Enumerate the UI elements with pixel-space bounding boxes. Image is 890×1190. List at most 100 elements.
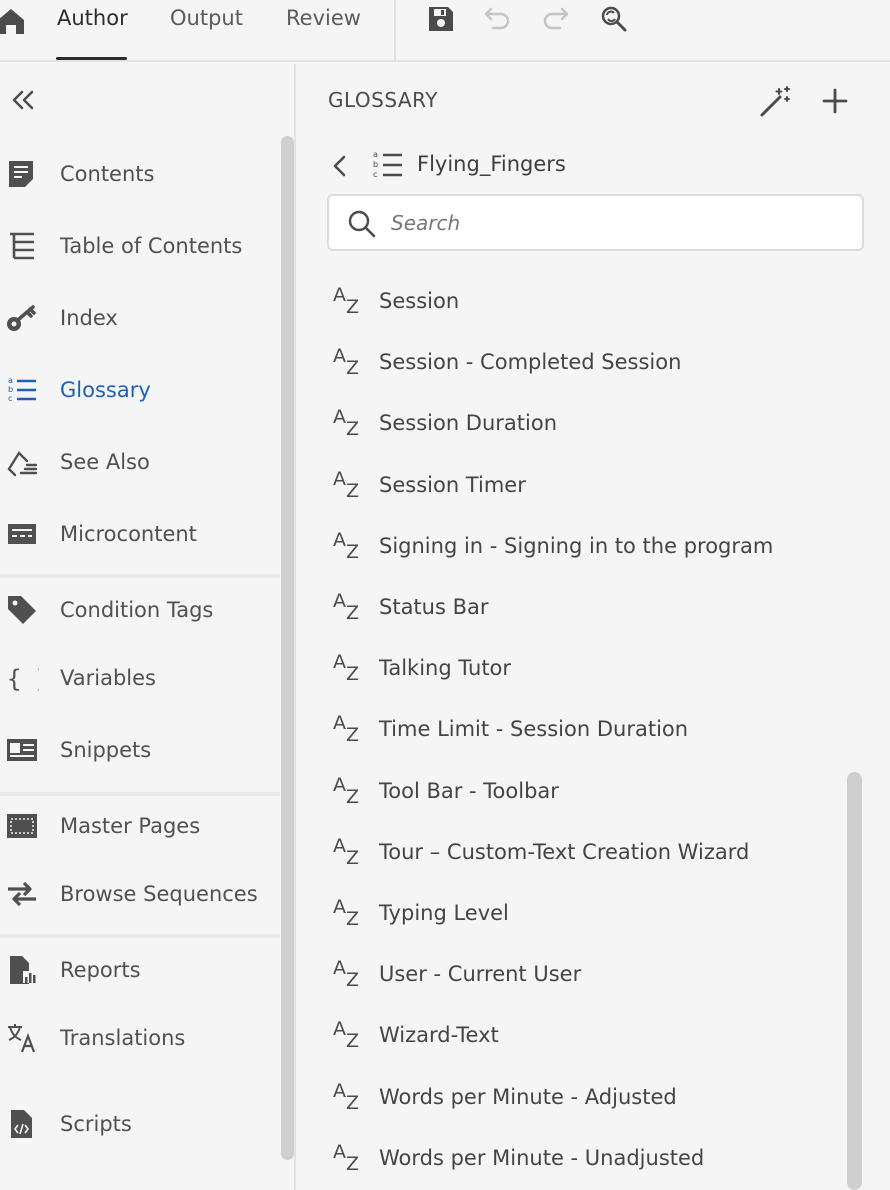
sidebar-item-label: Table of Contents: [60, 234, 243, 258]
svg-text:A: A: [333, 1141, 346, 1163]
svg-text:A: A: [333, 1018, 346, 1040]
script-icon: [11, 1110, 32, 1138]
glossary-entry[interactable]: A Z Session Duration: [328, 398, 848, 448]
glossary-term-icon: AZ: [333, 896, 359, 930]
sidebar-item-master-pages[interactable]: Master Pages: [0, 798, 280, 854]
save-icon[interactable]: [426, 4, 456, 34]
glossary-entry-label: Time Limit - Session Duration: [379, 717, 689, 742]
collapse-panel-icon[interactable]: [10, 86, 38, 114]
top-toolbar: Author Output Review: [0, 0, 890, 62]
glossary-term-icon: AZ: [333, 957, 359, 991]
section-divider: [0, 934, 280, 938]
svg-text:c: c: [8, 394, 12, 403]
glossary-entry-label: Wizard-Text: [379, 1023, 499, 1048]
tab-output[interactable]: Output: [170, 6, 243, 30]
sidebar-item-glossary[interactable]: a b c Glossary: [0, 362, 280, 418]
svg-text:A: A: [333, 712, 346, 734]
search-box[interactable]: [327, 194, 864, 251]
sidebar-item-label: Glossary: [60, 378, 151, 402]
left-scrollbar[interactable]: [281, 136, 294, 1160]
sidebar-item-translations[interactable]: Translations: [0, 1010, 280, 1066]
glossary-entry-label: Typing Level: [379, 901, 509, 925]
glossary-term-icon: AZ: [333, 529, 359, 563]
sidebar-item-label: Condition Tags: [60, 598, 214, 622]
glossary-scrollbar[interactable]: [847, 772, 862, 1190]
glossary-term-icon: AZ: [333, 1018, 359, 1052]
glossary-panel: GLOSSARY a b c Flying_Fingers AZSessionA…: [298, 64, 890, 1190]
sidebar-item-label: Scripts: [60, 1112, 132, 1136]
back-chevron-icon[interactable]: [330, 152, 350, 180]
sidebar-item-see-also[interactable]: See Also: [0, 434, 280, 490]
redo-icon[interactable]: [540, 4, 570, 34]
glossary-entry[interactable]: A Z Words per Minute - Unadjusted: [328, 1133, 848, 1183]
sidebar-item-scripts[interactable]: Scripts: [0, 1096, 280, 1152]
glossary-term-icon: AZ: [333, 774, 359, 808]
svg-text:Z: Z: [346, 847, 359, 869]
sidebar-item-index[interactable]: Index: [0, 290, 280, 346]
glossary-entry-label: Signing in - Signing in to the program: [379, 533, 774, 558]
svg-text:A: A: [333, 896, 346, 918]
svg-text:Z: Z: [346, 480, 359, 502]
glossary-entry[interactable]: A Z Typing Level: [328, 888, 848, 938]
glossary-entry[interactable]: A Z Words per Minute - Adjusted: [328, 1072, 848, 1122]
glossary-entry[interactable]: A Z Tour – Custom-Text Creation Wizard: [328, 827, 848, 877]
glossary-term-icon: AZ: [333, 406, 359, 440]
sidebar-item-snippets[interactable]: Snippets: [0, 722, 280, 778]
svg-text:A: A: [333, 774, 346, 796]
sidebar-item-label: See Also: [60, 450, 150, 474]
glossary-entry[interactable]: A Z Session - Completed Session: [328, 337, 848, 387]
sidebar-item-label: Browse Sequences: [60, 882, 258, 906]
svg-text:A: A: [333, 957, 346, 979]
svg-text:a: a: [8, 376, 13, 385]
sidebar-item-label: Master Pages: [60, 814, 201, 838]
glossary-entry[interactable]: A Z Tool Bar - Toolbar: [328, 766, 848, 816]
glossary-term-icon: AZ: [333, 712, 359, 746]
glossary-entry[interactable]: A Z Signing in - Signing in to the program: [328, 521, 848, 571]
toolbar-divider: [394, 0, 396, 60]
home-icon[interactable]: [0, 6, 30, 36]
sidebar-item-label: Index: [60, 306, 118, 330]
glossary-term-icon: AZ: [333, 468, 359, 502]
svg-text:b: b: [8, 385, 13, 394]
add-icon[interactable]: [820, 84, 850, 118]
active-tab-indicator: [56, 57, 127, 60]
svg-text:A: A: [333, 468, 346, 490]
tab-review[interactable]: Review: [286, 6, 361, 30]
sidebar-item-variables[interactable]: { } Variables: [0, 650, 280, 706]
glossary-term-icon: AZ: [333, 1080, 359, 1114]
undo-icon[interactable]: [483, 4, 513, 34]
tab-author[interactable]: Author: [57, 6, 128, 30]
glossary-entry-label: Tool Bar - Toolbar: [379, 778, 559, 803]
magic-wand-icon[interactable]: [759, 84, 793, 118]
sidebar-item-reports[interactable]: Reports: [0, 942, 280, 998]
glossary-entry[interactable]: A Z Session Timer: [328, 460, 848, 510]
sidebar-item-contents[interactable]: Contents: [0, 146, 280, 202]
glossary-entry[interactable]: A Z Time Limit - Session Duration: [328, 704, 848, 754]
svg-text:{ }: { }: [7, 665, 39, 693]
sidebar-item-table-of-contents[interactable]: Table of Contents: [0, 218, 280, 274]
svg-text:A: A: [333, 1080, 346, 1102]
sidebar-item-microcontent[interactable]: Microcontent: [0, 506, 280, 562]
reports-icon: [10, 956, 36, 984]
glossary-entry-label: Session - Completed Session: [379, 350, 682, 375]
glossary-entry[interactable]: A Z User - Current User: [328, 949, 848, 999]
svg-text:A: A: [333, 345, 346, 367]
sidebar-item-browse-sequences[interactable]: Browse Sequences: [0, 866, 280, 922]
svg-text:a: a: [373, 150, 378, 159]
glossary-term-icon: AZ: [333, 284, 359, 318]
find-replace-icon[interactable]: [598, 4, 628, 34]
sidebar-item-label: Microcontent: [60, 522, 197, 546]
section-divider: [0, 792, 280, 796]
svg-text:Z: Z: [346, 1092, 359, 1114]
svg-text:Z: Z: [346, 663, 359, 685]
glossary-entry[interactable]: A Z Talking Tutor: [328, 643, 848, 693]
svg-text:A: A: [333, 651, 346, 673]
glossary-entry[interactable]: A Z Status Bar: [328, 582, 848, 632]
svg-text:Z: Z: [346, 724, 359, 746]
key-icon: [7, 305, 36, 331]
sidebar-item-condition-tags[interactable]: Condition Tags: [0, 582, 280, 638]
search-input[interactable]: [391, 206, 831, 240]
glossary-term-icon: AZ: [333, 345, 359, 379]
glossary-entry[interactable]: A Z Session: [328, 276, 848, 326]
glossary-entry[interactable]: A Z Wizard-Text: [328, 1010, 848, 1060]
